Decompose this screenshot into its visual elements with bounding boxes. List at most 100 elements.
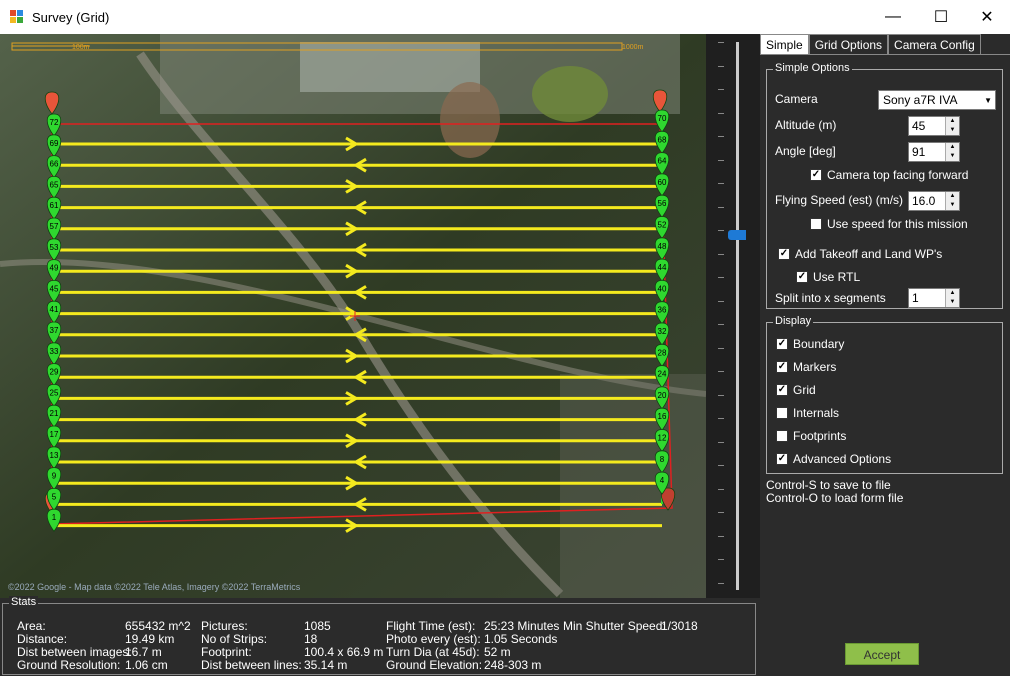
zoom-tick <box>718 324 724 325</box>
settings-panel: Simple Grid Options Camera Config Simple… <box>760 34 1010 676</box>
flying-speed-value: 16.0 <box>912 194 936 208</box>
spin-arrows-icon[interactable]: ▲ ▼ <box>945 289 959 307</box>
zoom-thumb[interactable] <box>728 230 746 240</box>
maximize-icon[interactable]: ☐ <box>918 0 964 34</box>
camera-select[interactable]: Sony a7R IVA ▼ <box>878 90 996 110</box>
waypoint-marker-label: 44 <box>658 263 667 272</box>
flying-speed-stepper[interactable]: 16.0 ▲ ▼ <box>908 191 960 211</box>
zoom-tick <box>718 136 724 137</box>
waypoint-marker-label: 21 <box>50 409 59 418</box>
spin-arrows-icon[interactable]: ▲ ▼ <box>945 192 959 210</box>
camera-top-label: Camera top facing forward <box>827 168 969 182</box>
photo-every-label: Photo every (est): <box>386 632 481 646</box>
altitude-stepper[interactable]: 45 ▲ ▼ <box>908 116 960 136</box>
camera-top-checkbox[interactable]: ✓ Camera top facing forward <box>810 168 968 182</box>
zoom-tick <box>718 159 724 161</box>
app-icon <box>10 10 23 23</box>
spin-arrows-icon[interactable]: ▲ ▼ <box>945 117 959 135</box>
takeoff-land-checkbox[interactable]: ✓ Add Takeoff and Land WP's <box>778 247 942 261</box>
footprints-checkbox[interactable]: Footprints <box>776 429 846 443</box>
checkbox-checked-icon[interactable]: ✓ <box>810 169 822 181</box>
ground-res-label: Ground Resolution: <box>17 658 121 672</box>
waypoint-marker-label: 9 <box>52 472 57 481</box>
close-icon[interactable]: ✕ <box>964 0 1010 34</box>
chevron-down-icon: ▼ <box>984 96 992 105</box>
altitude-value: 45 <box>912 119 926 133</box>
checkbox-unchecked-icon[interactable] <box>776 407 788 419</box>
checkbox-unchecked-icon[interactable] <box>810 218 822 230</box>
simple-options-legend: Simple Options <box>773 62 852 74</box>
grid-checkbox[interactable]: ✓ Grid <box>776 383 816 397</box>
pictures-label: Pictures: <box>201 619 248 633</box>
dist-lines-label: Dist between lines: <box>201 658 302 672</box>
map-view[interactable]: 100m 1000m 72 69 66 65 61 57 53 49 45 41 37 33 29 25 21 1… <box>0 34 706 598</box>
zoom-tick <box>718 183 724 184</box>
spin-arrows-icon[interactable]: ▲ ▼ <box>945 143 959 161</box>
zoom-tick <box>718 465 724 466</box>
advanced-options-checkbox[interactable]: ✓ Advanced Options <box>776 452 891 466</box>
area-value: 655432 m^2 <box>125 619 191 633</box>
photo-every-value: 1.05 Seconds <box>484 632 558 646</box>
checkbox-checked-icon[interactable]: ✓ <box>776 338 788 350</box>
boundary-checkbox[interactable]: ✓ Boundary <box>776 337 844 351</box>
waypoint-marker-label: 70 <box>658 114 667 123</box>
takeoff-land-label: Add Takeoff and Land WP's <box>795 247 943 261</box>
shutter-value: 1/3018 <box>661 619 698 633</box>
waypoint-marker-label: 65 <box>50 180 59 189</box>
altitude-label: Altitude (m) <box>775 118 837 132</box>
waypoint-marker-label: 8 <box>660 455 665 464</box>
tab-grid-options[interactable]: Grid Options <box>808 34 889 54</box>
checkbox-checked-icon[interactable]: ✓ <box>796 271 808 283</box>
angle-stepper[interactable]: 91 ▲ ▼ <box>908 142 960 162</box>
survey-grid-overlay: 100m 1000m7269666561575349454137332925211… <box>0 34 706 598</box>
zoom-tick <box>718 488 724 490</box>
split-stepper[interactable]: 1 ▲ ▼ <box>908 288 960 308</box>
waypoint-marker-label: 16 <box>658 412 667 421</box>
waypoint-marker-label: 5 <box>52 492 57 501</box>
boundary-label: Boundary <box>793 337 845 351</box>
simple-tab-panel: Simple Options Camera Sony a7R IVA ▼ Alt… <box>760 54 1010 676</box>
markers-checkbox[interactable]: ✓ Markers <box>776 360 836 374</box>
advanced-options-label: Advanced Options <box>793 452 892 466</box>
zoom-tick <box>718 582 724 584</box>
display-group: Display ✓ Boundary ✓ Markers ✓ Grid Inte… <box>766 315 1003 474</box>
zoom-tick <box>718 277 724 278</box>
checkbox-checked-icon[interactable]: ✓ <box>776 453 788 465</box>
zoom-track[interactable] <box>736 42 739 590</box>
waypoint-marker-label: 40 <box>658 284 667 293</box>
checkbox-checked-icon[interactable]: ✓ <box>776 361 788 373</box>
checkbox-unchecked-icon[interactable] <box>776 430 788 442</box>
markers-label: Markers <box>793 360 837 374</box>
use-rtl-checkbox[interactable]: ✓ Use RTL <box>796 270 860 284</box>
waypoint-marker-label: 36 <box>658 306 667 315</box>
use-speed-checkbox[interactable]: Use speed for this mission <box>810 217 968 231</box>
waypoint-marker-label: 61 <box>50 201 59 210</box>
waypoint-marker-label: 45 <box>50 284 59 293</box>
window-title: Survey (Grid) <box>32 10 110 25</box>
tab-camera-config[interactable]: Camera Config <box>888 34 981 54</box>
waypoint-marker-label: 28 <box>658 348 667 357</box>
zoom-slider[interactable] <box>706 34 760 598</box>
internals-checkbox[interactable]: Internals <box>776 406 839 420</box>
footprint-value: 100.4 x 66.9 m <box>304 645 384 659</box>
title-bar: Survey (Grid) — ☐ ✕ <box>0 0 1010 34</box>
accept-button[interactable]: Accept <box>845 643 919 665</box>
tab-simple[interactable]: Simple <box>760 34 809 54</box>
strips-value: 18 <box>304 632 318 646</box>
zoom-tick <box>718 300 724 302</box>
camera-value: Sony a7R IVA <box>883 93 958 107</box>
flight-time-value: 25:23 Minutes <box>484 619 560 633</box>
minimize-icon[interactable]: — <box>870 0 916 34</box>
strips-label: No of Strips: <box>201 632 268 646</box>
split-value: 1 <box>912 291 919 305</box>
angle-value: 91 <box>912 145 926 159</box>
residential-area <box>560 374 706 598</box>
zoom-tick <box>718 512 724 513</box>
track-field <box>440 82 500 158</box>
checkbox-checked-icon[interactable]: ✓ <box>776 384 788 396</box>
footprint-label: Footprint: <box>201 645 252 659</box>
ground-elev-label: Ground Elevation: <box>386 658 483 672</box>
checkbox-checked-icon[interactable]: ✓ <box>778 248 790 260</box>
waypoint-marker-label: 4 <box>660 476 665 485</box>
waypoint-marker-label: 32 <box>658 327 667 336</box>
